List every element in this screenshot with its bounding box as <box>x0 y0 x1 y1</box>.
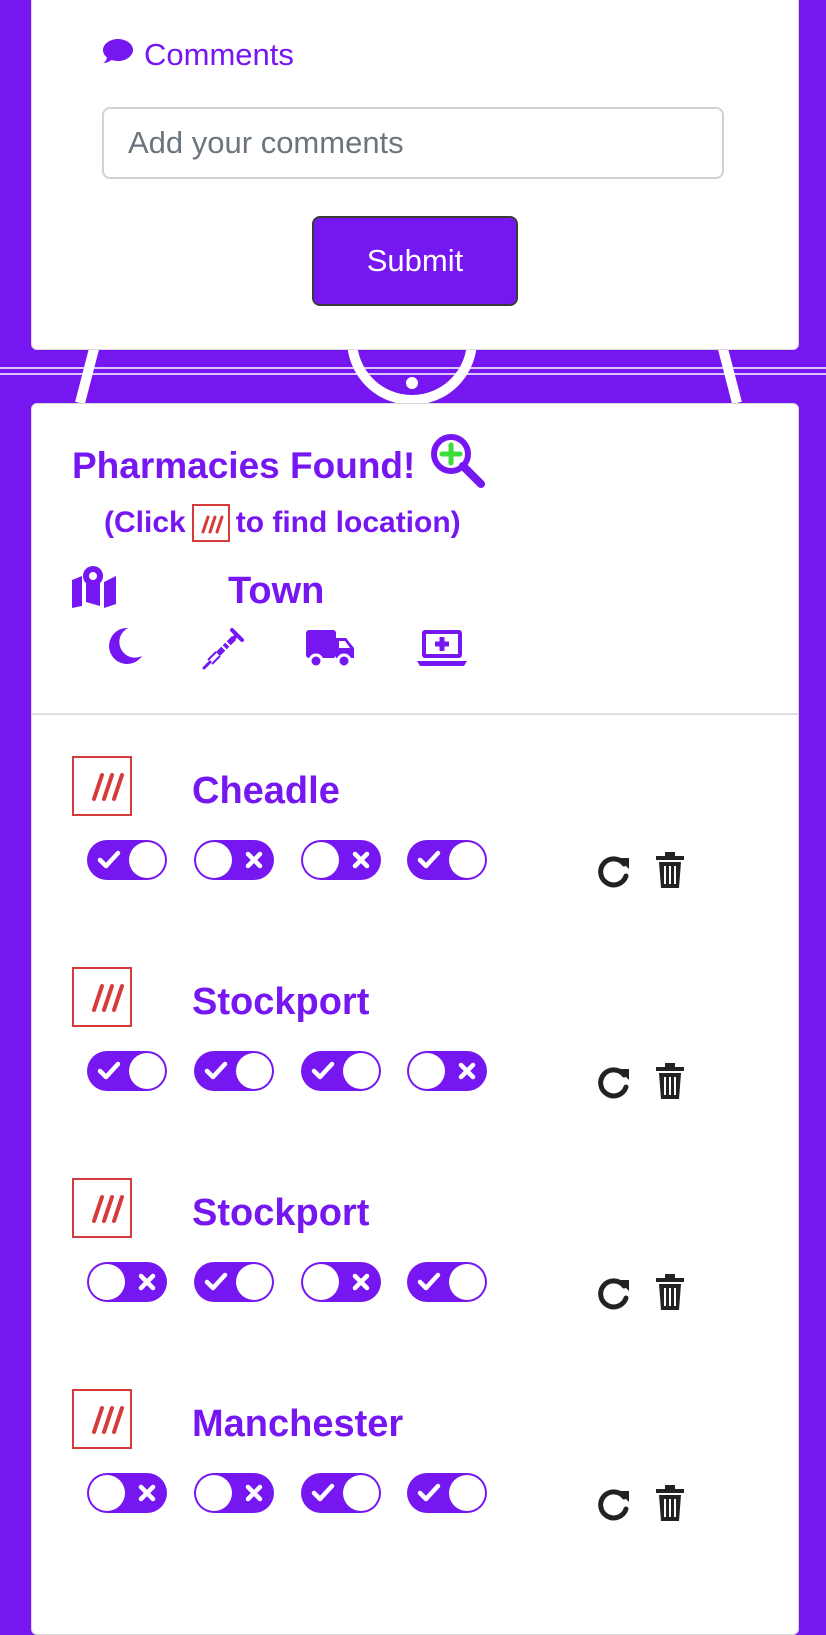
town-header: Town <box>228 570 325 612</box>
toggle-knob <box>196 842 232 878</box>
service-toggle[interactable] <box>194 1262 274 1302</box>
pharmacy-row: Stockport <box>32 1178 798 1338</box>
toggle-knob <box>129 1053 165 1089</box>
map-location-icon[interactable] <box>72 1389 132 1449</box>
service-toggle[interactable] <box>301 1262 381 1302</box>
service-toggle[interactable] <box>194 1473 274 1513</box>
toggle-knob <box>343 1053 379 1089</box>
service-toggle[interactable] <box>301 1473 381 1513</box>
toggle-knob <box>449 1475 485 1511</box>
map-icon <box>70 564 118 613</box>
map-location-icon[interactable] <box>72 756 132 816</box>
refresh-icon[interactable] <box>596 1483 632 1523</box>
map-location-icon[interactable] <box>72 1178 132 1238</box>
toggle-knob <box>129 842 165 878</box>
divider <box>32 713 798 715</box>
results-card: Pharmacies Found! (Click to find locatio… <box>31 403 799 1635</box>
toggle-knob <box>89 1264 125 1300</box>
town-header-row: Town <box>70 564 570 614</box>
results-title: Pharmacies Found! <box>72 444 416 486</box>
pharmacy-town: Manchester <box>192 1403 404 1445</box>
service-toggle[interactable] <box>194 840 274 880</box>
truck-icon <box>304 626 356 675</box>
toggle-knob <box>196 1475 232 1511</box>
hint-suffix: to find location) <box>235 506 461 539</box>
toggle-knob <box>343 1475 379 1511</box>
refresh-icon[interactable] <box>596 850 632 890</box>
service-toggle[interactable] <box>87 1473 167 1513</box>
comments-card: Comments Submit <box>31 0 799 350</box>
service-toggle[interactable] <box>407 1473 487 1513</box>
submit-button[interactable]: Submit <box>312 216 518 306</box>
refresh-icon[interactable] <box>596 1061 632 1101</box>
toggle-knob <box>303 842 339 878</box>
comments-input[interactable] <box>102 107 724 179</box>
service-toggle[interactable] <box>301 840 381 880</box>
refresh-icon[interactable] <box>596 1272 632 1312</box>
trash-icon[interactable] <box>654 1272 690 1312</box>
search-plus-icon <box>429 432 487 499</box>
service-toggle[interactable] <box>407 840 487 880</box>
service-toggle[interactable] <box>301 1051 381 1091</box>
toggle-knob <box>449 1264 485 1300</box>
toggle-knob <box>303 1264 339 1300</box>
laptop-medical-icon <box>416 626 468 675</box>
pharmacy-row: Stockport <box>32 967 798 1127</box>
syringe-icon <box>202 626 246 675</box>
location-hint: (Click to find location) <box>104 504 461 542</box>
trash-icon[interactable] <box>654 1483 690 1523</box>
pharmacy-town: Stockport <box>192 981 370 1023</box>
service-toggle[interactable] <box>194 1051 274 1091</box>
map-location-icon <box>191 504 230 542</box>
trash-icon[interactable] <box>654 850 690 890</box>
service-toggle[interactable] <box>407 1262 487 1302</box>
comments-label: Comments <box>102 37 294 73</box>
hint-prefix: (Click <box>104 506 186 539</box>
pharmacy-row: Manchester <box>32 1389 798 1549</box>
toggle-knob <box>89 1475 125 1511</box>
comment-icon <box>102 37 134 73</box>
toggle-knob <box>449 842 485 878</box>
toggle-knob <box>236 1053 272 1089</box>
moon-icon <box>104 626 144 671</box>
service-toggle[interactable] <box>407 1051 487 1091</box>
pharmacy-town: Cheadle <box>192 770 340 812</box>
map-location-icon[interactable] <box>72 967 132 1027</box>
service-toggle[interactable] <box>87 840 167 880</box>
pharmacy-row: Cheadle <box>32 756 798 916</box>
toggle-knob <box>409 1053 445 1089</box>
trash-icon[interactable] <box>654 1061 690 1101</box>
pharmacy-town: Stockport <box>192 1192 370 1234</box>
service-toggle[interactable] <box>87 1262 167 1302</box>
results-header: Pharmacies Found! <box>72 432 487 499</box>
service-toggle[interactable] <box>87 1051 167 1091</box>
comments-label-text: Comments <box>144 37 294 72</box>
service-icons-row <box>104 626 524 676</box>
toggle-knob <box>236 1264 272 1300</box>
